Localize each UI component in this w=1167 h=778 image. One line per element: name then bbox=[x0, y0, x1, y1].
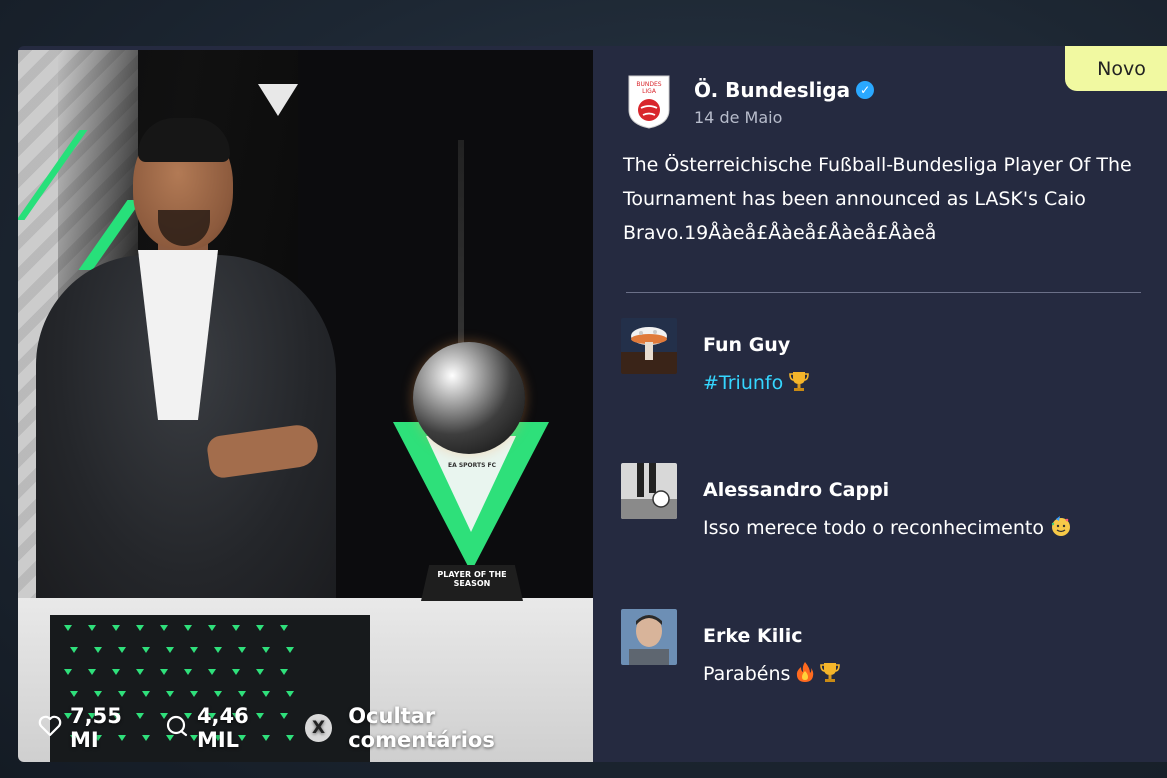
desk-triangle-decoration bbox=[94, 691, 102, 697]
desk-triangle-decoration bbox=[70, 691, 78, 697]
desk-triangle-decoration bbox=[184, 669, 192, 675]
party-face-icon bbox=[1050, 515, 1072, 542]
comment-icon bbox=[165, 714, 189, 743]
bundesliga-logo: BUNDES LIGA bbox=[627, 74, 671, 130]
post-body: The Österreichische Fußball-Bundesliga P… bbox=[623, 154, 1132, 244]
desk-triangle-decoration bbox=[70, 647, 78, 653]
trophy-brand: EA SPORTS FC bbox=[447, 462, 496, 469]
hashtag-link[interactable]: #Triunfo bbox=[703, 372, 783, 394]
heart-icon bbox=[38, 715, 62, 742]
desk-triangle-decoration bbox=[142, 647, 150, 653]
desk-triangle-decoration bbox=[166, 647, 174, 653]
post-details-panel: Novo BUNDES LIGA Ö. Bundesliga ✓ 14 de M… bbox=[593, 46, 1167, 762]
comment-text: Isso merece todo o reconhecimento bbox=[703, 515, 1072, 542]
comment-text-content: Parabéns bbox=[703, 663, 791, 685]
verified-icon: ✓ bbox=[856, 81, 875, 99]
desk-triangle-decoration bbox=[64, 669, 72, 675]
trophy-label: PLAYER OF THE SEASON bbox=[437, 570, 507, 588]
desk-triangle-decoration bbox=[262, 647, 270, 653]
desk-triangle-decoration bbox=[256, 625, 264, 631]
desk-triangle-decoration bbox=[214, 647, 222, 653]
post-stats-bar: 7,55 MI 4,46 MIL X Ocultar comentários bbox=[38, 704, 593, 752]
desk-triangle-decoration bbox=[166, 691, 174, 697]
comment-text: #Triunfo bbox=[703, 370, 810, 397]
comment-author: Erke Kilic bbox=[703, 625, 803, 647]
comment-author: Alessandro Cappi bbox=[703, 479, 890, 501]
comment-item[interactable]: Alessandro Cappi Isso merece todo o reco… bbox=[621, 463, 1161, 553]
desk-triangle-decoration bbox=[112, 669, 120, 675]
trophy-icon bbox=[820, 661, 841, 688]
desk-triangle-decoration bbox=[88, 625, 96, 631]
avatar bbox=[621, 463, 677, 519]
divider bbox=[626, 292, 1141, 293]
x-button-icon: X bbox=[304, 714, 333, 742]
avatar bbox=[621, 609, 677, 665]
desk-triangle-decoration bbox=[118, 647, 126, 653]
comment-item[interactable]: Fun Guy #Triunfo bbox=[621, 318, 1161, 408]
desk-triangle-decoration bbox=[256, 669, 264, 675]
desk-triangle-decoration bbox=[238, 691, 246, 697]
likes-count: 7,55 MI bbox=[70, 704, 122, 752]
comments-count: 4,46 MIL bbox=[196, 704, 249, 752]
fire-icon bbox=[796, 661, 814, 688]
desk-triangle-decoration bbox=[136, 625, 144, 631]
triangle-decoration bbox=[258, 84, 298, 116]
desk-triangle-decoration bbox=[208, 669, 216, 675]
avatar bbox=[621, 318, 677, 374]
post-image: EA SPORTS FC PLAYER OF THE SEASON 7,55 M… bbox=[18, 50, 593, 762]
comment-text-content: Isso merece todo o reconhecimento bbox=[703, 517, 1044, 539]
post-author-name: Ö. Bundesliga bbox=[694, 78, 851, 102]
trophy-icon bbox=[789, 370, 810, 397]
desk-triangle-decoration bbox=[184, 625, 192, 631]
hide-comments-label: Ocultar comentários bbox=[348, 704, 495, 752]
desk-triangle-decoration bbox=[286, 691, 294, 697]
trophy-ball bbox=[413, 342, 525, 454]
hide-comments-button[interactable]: X Ocultar comentários bbox=[304, 704, 583, 752]
comment-text: Parabéns bbox=[703, 661, 841, 688]
desk-triangle-decoration bbox=[112, 625, 120, 631]
desk-triangle-decoration bbox=[190, 691, 198, 697]
desk-triangle-decoration bbox=[286, 647, 294, 653]
desk-triangle-decoration bbox=[94, 647, 102, 653]
post-author[interactable]: Ö. Bundesliga ✓ bbox=[694, 78, 875, 102]
comments-button[interactable]: 4,46 MIL bbox=[165, 704, 295, 752]
desk-triangle-decoration bbox=[232, 669, 240, 675]
desk-triangle-decoration bbox=[160, 669, 168, 675]
comment-item[interactable]: Erke Kilic Parabéns bbox=[621, 609, 1161, 699]
post-date: 14 de Maio bbox=[694, 108, 783, 127]
desk-triangle-decoration bbox=[232, 625, 240, 631]
desk-triangle-decoration bbox=[238, 647, 246, 653]
new-badge: Novo bbox=[1065, 46, 1167, 91]
desk-triangle-decoration bbox=[262, 691, 270, 697]
desk-triangle-decoration bbox=[214, 691, 222, 697]
desk-triangle-decoration bbox=[88, 669, 96, 675]
svg-text:LIGA: LIGA bbox=[642, 88, 657, 95]
social-post-card: EA SPORTS FC PLAYER OF THE SEASON 7,55 M… bbox=[18, 46, 1167, 762]
desk-triangle-decoration bbox=[280, 669, 288, 675]
comment-author: Fun Guy bbox=[703, 334, 791, 356]
like-button[interactable]: 7,55 MI bbox=[38, 704, 155, 752]
desk-triangle-decoration bbox=[160, 625, 168, 631]
desk-triangle-decoration bbox=[142, 691, 150, 697]
svg-text:BUNDES: BUNDES bbox=[636, 81, 661, 88]
desk-triangle-decoration bbox=[64, 625, 72, 631]
desk-triangle-decoration bbox=[190, 647, 198, 653]
desk-triangle-decoration bbox=[136, 669, 144, 675]
desk-triangle-decoration bbox=[280, 625, 288, 631]
desk-triangle-decoration bbox=[208, 625, 216, 631]
desk-triangle-decoration bbox=[118, 691, 126, 697]
